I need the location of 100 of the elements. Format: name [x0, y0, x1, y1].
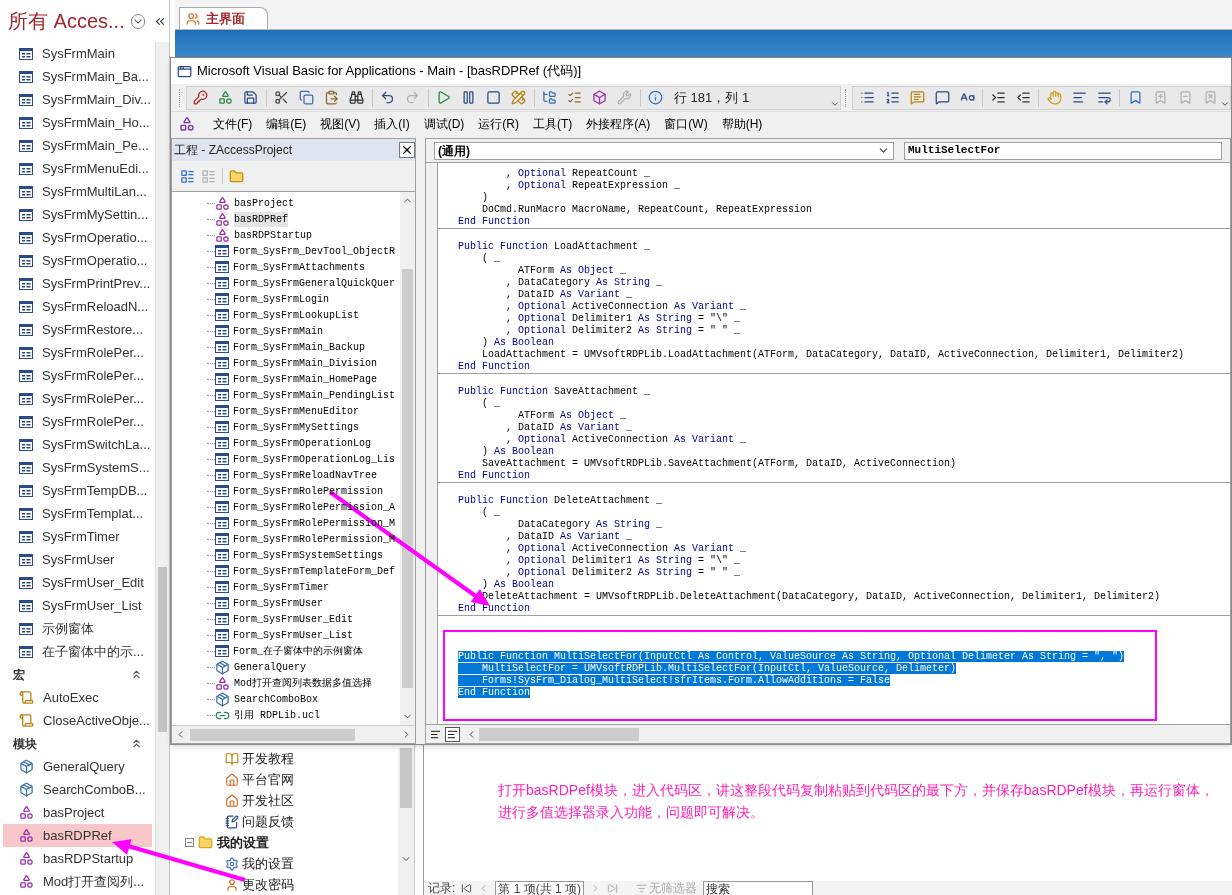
nav-item[interactable]: SysFrmMain_Ba... — [3, 65, 152, 88]
nav-item[interactable]: AutoExec — [3, 686, 152, 709]
nav-item[interactable]: SysFrmPrintPrev... — [3, 272, 152, 295]
folder-icon[interactable] — [229, 168, 244, 184]
project-item[interactable]: SearchComboBox — [234, 691, 318, 707]
nav-item[interactable]: SysFrmRolePer... — [3, 410, 152, 433]
project-item[interactable]: Form_SysFrmOperationLog — [233, 435, 372, 451]
tree-item[interactable]: 更改密码 — [175, 874, 398, 895]
nav-item[interactable]: SysFrmReloadN... — [3, 295, 152, 318]
nav-item[interactable]: basRDPRef — [3, 824, 152, 847]
nav-item[interactable]: SysFrmRolePer... — [3, 364, 152, 387]
project-item[interactable]: Form_SysFrm_DevTool_ObjectR — [233, 243, 396, 259]
scroll-thumb[interactable] — [402, 269, 413, 688]
menu-item[interactable]: 运行(R) — [472, 115, 525, 133]
project-item[interactable]: Form_SysFrmTemplateForm_Def — [233, 563, 396, 579]
scroll-thumb[interactable] — [400, 748, 412, 808]
nav-item[interactable]: SysFrmTemplat... — [3, 502, 152, 525]
nav-item[interactable]: SysFrmOperatio... — [3, 249, 152, 272]
project-item[interactable]: Form_SysFrmSystemSettings — [233, 547, 384, 563]
record-position-field[interactable]: 第 1 项(共 1 项) — [495, 881, 585, 895]
nav-item[interactable]: 在子窗体中的示... — [3, 640, 152, 663]
menu-item[interactable]: 插入(I) — [368, 115, 416, 133]
project-item[interactable]: Form_SysFrmMain_Division — [233, 355, 378, 371]
search-field[interactable]: 搜索 — [703, 881, 814, 895]
project-item[interactable]: Mod打开查阅列表数据多值选择 — [234, 675, 372, 691]
project-item[interactable]: Form_SysFrmUser_List — [233, 627, 354, 643]
module-view-button[interactable] — [445, 726, 460, 742]
project-item[interactable]: Form_SysFrmTimer — [233, 579, 329, 595]
nav-item[interactable]: SearchComboB... — [3, 778, 152, 801]
nav-item[interactable]: 示例窗体 — [3, 617, 152, 640]
view-code-icon[interactable] — [180, 168, 195, 184]
project-item[interactable]: basRDPRef — [234, 211, 288, 227]
project-item[interactable]: Form_SysFrmLogin — [233, 291, 329, 307]
project-item[interactable]: Form_SysFrmMenuEditor — [233, 403, 360, 419]
project-item[interactable]: Form_SysFrmOperationLog_Lis — [233, 451, 396, 467]
project-item[interactable]: Form_SysFrmReloadNavTree — [233, 467, 378, 483]
nav-item[interactable]: SysFrmUser — [3, 548, 152, 571]
menu-item[interactable]: 外接程序(A) — [580, 115, 657, 133]
nav-item[interactable]: SysFrmMenuEdi... — [3, 157, 152, 180]
tree-item[interactable]: 平台官网 — [175, 769, 398, 790]
project-item[interactable]: basProject — [234, 195, 294, 211]
project-item[interactable]: Form_SysFrmMain_HomePage — [233, 371, 378, 387]
nav-item[interactable]: SysFrmOperatio... — [3, 226, 152, 249]
menu-item[interactable]: 调试(D) — [417, 115, 471, 133]
menu-item[interactable]: 编辑(E) — [260, 115, 313, 133]
view-object-icon[interactable] — [201, 168, 216, 184]
project-item[interactable]: Form_SysFrmGeneralQuickQuer — [233, 275, 396, 291]
nav-item[interactable]: SysFrmRolePer... — [3, 341, 152, 364]
nav-item[interactable]: SysFrmMySettin... — [3, 203, 152, 226]
nav-item[interactable]: Mod打开查阅列... — [3, 870, 152, 893]
nav-item[interactable]: basRDPStartup — [3, 847, 152, 870]
project-item[interactable]: Form_SysFrmLookupList — [233, 307, 360, 323]
tree-item[interactable]: 开发教程 — [175, 748, 398, 769]
project-item[interactable]: Form_SysFrmMain_Backup — [233, 339, 366, 355]
nav-item[interactable]: SysFrmUser_Edit — [3, 571, 152, 594]
nav-group-header[interactable]: 模块 — [0, 732, 155, 755]
tree-item[interactable]: 我的设置 — [175, 853, 398, 874]
nav-item[interactable]: SysFrmTimer — [3, 525, 152, 548]
project-item[interactable]: Form_SysFrmUser — [233, 595, 323, 611]
menu-item[interactable]: 帮助(H) — [715, 115, 769, 133]
first-record-icon[interactable] — [461, 883, 473, 894]
project-item[interactable]: GeneralQuery — [234, 659, 306, 675]
close-icon[interactable] — [399, 142, 415, 158]
nav-item[interactable]: SysFrmRestore... — [3, 318, 152, 341]
nav-item[interactable]: basProject — [3, 801, 152, 824]
nav-item[interactable]: SysFrmRolePer... — [3, 387, 152, 410]
nav-item[interactable]: CloseActiveObje... — [3, 709, 152, 732]
menu-item[interactable]: 工具(T) — [527, 115, 579, 133]
nav-item[interactable]: SysFrmTempDB... — [3, 479, 152, 502]
nav-item[interactable]: SysFrmMain_Ho... — [3, 111, 152, 134]
tree-group[interactable]: 我的设置 — [175, 832, 398, 853]
project-item[interactable]: 引用 RDPLib.ucl — [234, 707, 320, 723]
menu-item[interactable]: 文件(F) — [207, 115, 259, 133]
project-item[interactable]: Form_SysFrmUser_Edit — [233, 611, 354, 627]
nav-item[interactable]: SysFrmSystemS... — [3, 456, 152, 479]
nav-item[interactable]: SysFrmMultiLan... — [3, 180, 152, 203]
tab[interactable]: 主界面 — [179, 7, 268, 29]
nav-item[interactable]: SysFrmMain — [3, 42, 152, 65]
menu-item[interactable]: 视图(V) — [314, 115, 367, 133]
nav-item[interactable]: SysFrmMain_Pe... — [3, 134, 152, 157]
project-item[interactable]: Form_SysFrmAttachments — [233, 259, 366, 275]
tree-item[interactable]: 开发社区 — [175, 790, 398, 811]
project-item[interactable]: Form_SysFrmMain — [233, 323, 323, 339]
procedure-dropdown[interactable]: MultiSelectFor — [904, 141, 1222, 160]
nav-item[interactable]: SysFrmMain_Div... — [3, 88, 152, 111]
project-item[interactable]: Form_在子窗体中的示例窗体 — [233, 643, 363, 659]
tree-item[interactable]: 问题反馈 — [175, 811, 398, 832]
form-icon — [19, 70, 33, 83]
project-item[interactable]: Form_SysFrmMySettings — [233, 419, 360, 435]
project-item[interactable]: basRDPStartup — [234, 227, 312, 243]
menu-item[interactable]: 窗口(W) — [658, 115, 714, 133]
object-dropdown[interactable]: (通用) — [434, 141, 894, 160]
project-item[interactable]: Form_SysFrmRolePermission_M — [233, 531, 396, 547]
project-item[interactable]: Form_SysFrmMain_PendingList — [233, 387, 396, 403]
nav-item[interactable]: GeneralQuery — [3, 755, 152, 778]
nav-item[interactable]: SysFrmSwitchLa... — [3, 433, 152, 456]
scroll-thumb[interactable] — [190, 728, 355, 741]
nav-group-header[interactable]: 宏 — [0, 663, 155, 686]
project-item[interactable]: Form_SysFrmRolePermission — [233, 483, 384, 499]
nav-item[interactable]: SysFrmUser_List — [3, 594, 152, 617]
